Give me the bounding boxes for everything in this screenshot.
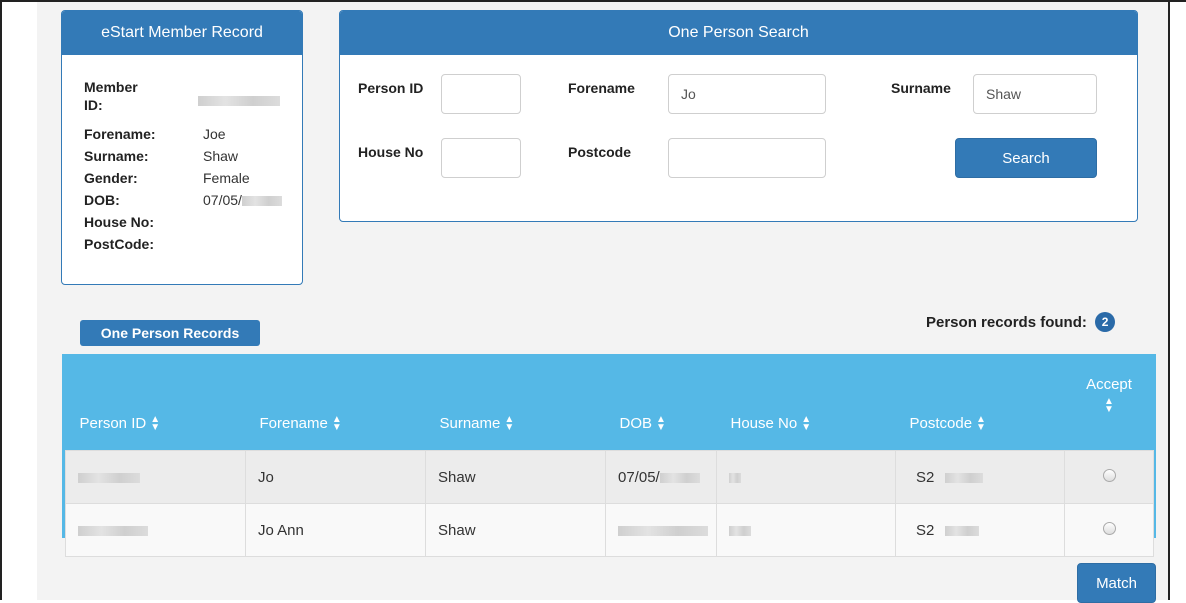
gender-label: Gender: xyxy=(84,170,138,186)
dob-text: 07/05/ xyxy=(203,192,242,208)
dob-text: 07/05/ xyxy=(618,468,660,486)
col-accept[interactable]: Accept ▲ ▼ xyxy=(1065,357,1154,451)
cell-forename: Jo Ann xyxy=(245,503,426,557)
sort-icon: ▲ ▼ xyxy=(656,414,666,433)
member-record-panel: eStart Member Record Member ID: Forename… xyxy=(61,10,303,285)
col-surname[interactable]: Surname ▲ ▼ xyxy=(426,357,606,451)
records-count-badge: 2 xyxy=(1095,312,1116,332)
gender-value: Female xyxy=(203,170,250,186)
col-house-no[interactable]: House No ▲ ▼ xyxy=(717,357,896,451)
records-found: Person records found: 2 xyxy=(926,312,1116,332)
cell-person-id xyxy=(65,450,246,504)
match-button[interactable]: Match xyxy=(1077,563,1156,603)
cell-house-no xyxy=(716,503,896,557)
col-label: House No xyxy=(730,414,798,432)
col-label: Forename xyxy=(259,414,328,432)
cell-postcode: S2 xyxy=(895,450,1065,504)
table-row[interactable]: Jo Ann Shaw S2 xyxy=(65,503,1154,557)
member-id-value xyxy=(198,91,280,109)
records-table: Person ID ▲ ▼ Forename ▲ ▼ Surname ▲ ▼ DOB ▲ ▼ H… xyxy=(62,354,1156,557)
sort-icon: ▲ ▼ xyxy=(504,414,515,433)
postcode-text: S2 xyxy=(916,468,935,486)
col-person-id[interactable]: Person ID ▲ ▼ xyxy=(66,357,246,451)
postcode-search-label: Postcode xyxy=(568,144,632,160)
cell-accept xyxy=(1064,450,1154,504)
cell-accept xyxy=(1064,503,1154,557)
sort-icon: ▲ ▼ xyxy=(331,414,342,433)
surname-row: Surname: Shaw xyxy=(84,147,238,165)
forename-search-label: Forename xyxy=(568,80,635,96)
postcode-row: PostCode: xyxy=(84,235,154,253)
forename-value: Joe xyxy=(203,126,226,142)
member-record-title: eStart Member Record xyxy=(62,11,302,55)
col-label: Surname xyxy=(439,414,501,432)
member-id-label: Member xyxy=(84,79,138,95)
cell-surname: Shaw xyxy=(425,450,606,504)
cell-person-id xyxy=(65,503,246,557)
window-frame-right xyxy=(1168,0,1170,600)
cell-surname: Shaw xyxy=(425,503,606,557)
person-id-input[interactable] xyxy=(441,74,521,114)
house-no-label: House No: xyxy=(84,214,154,230)
forename-input[interactable] xyxy=(668,74,826,114)
dob-value: 07/05/ xyxy=(203,191,282,209)
sort-icon: ▲ ▼ xyxy=(1104,396,1114,416)
search-title: One Person Search xyxy=(340,11,1137,55)
cell-postcode: S2 xyxy=(895,503,1065,557)
sort-icon: ▲ ▼ xyxy=(976,414,986,433)
member-id-row: Member ID: xyxy=(84,78,280,114)
postcode-input[interactable] xyxy=(668,138,826,178)
forename-row: Forename: Joe xyxy=(84,125,226,143)
cell-forename: Jo xyxy=(245,450,426,504)
col-label: Person ID xyxy=(79,414,147,432)
records-found-label: Person records found: xyxy=(926,314,1087,331)
search-button[interactable]: Search xyxy=(955,138,1097,178)
member-id-label-2: ID: xyxy=(84,97,103,113)
search-panel: One Person Search Person ID Forename Sur… xyxy=(339,10,1138,222)
window-frame-left xyxy=(0,0,2,600)
postcode-label: PostCode: xyxy=(84,236,154,252)
col-label: DOB xyxy=(619,414,653,432)
surname-label: Surname: xyxy=(84,148,149,164)
records-title: One Person Records xyxy=(80,320,260,346)
col-forename[interactable]: Forename ▲ ▼ xyxy=(246,357,426,451)
radio-icon[interactable] xyxy=(1102,521,1116,535)
cell-house-no xyxy=(716,450,896,504)
house-no-row: House No: xyxy=(84,213,154,231)
surname-value: Shaw xyxy=(203,148,239,164)
table-header-row: Person ID ▲ ▼ Forename ▲ ▼ Surname ▲ ▼ DOB ▲ ▼ H… xyxy=(66,357,1154,451)
house-no-input[interactable] xyxy=(441,138,521,178)
person-id-label: Person ID xyxy=(358,80,424,96)
table-row[interactable]: Jo Shaw 07/05/ S2 xyxy=(65,450,1154,504)
dob-label: DOB: xyxy=(84,192,120,208)
radio-icon[interactable] xyxy=(1102,468,1116,482)
sort-icon: ▲ ▼ xyxy=(801,414,812,433)
surname-search-label: Surname xyxy=(891,80,951,96)
col-label: Accept xyxy=(1086,376,1132,393)
col-postcode[interactable]: Postcode ▲ ▼ xyxy=(896,357,1065,451)
postcode-text: S2 xyxy=(916,521,935,539)
forename-label: Forename: xyxy=(84,126,156,142)
gender-row: Gender: Female xyxy=(84,169,250,187)
col-label: Postcode xyxy=(909,414,973,432)
dob-row: DOB: 07/05/ xyxy=(84,191,282,209)
cell-dob: 07/05/ xyxy=(605,450,717,504)
house-no-search-label: House No xyxy=(358,144,424,160)
sort-icon: ▲ ▼ xyxy=(150,414,161,433)
cell-dob xyxy=(605,503,717,557)
surname-input[interactable] xyxy=(973,74,1097,114)
col-dob[interactable]: DOB ▲ ▼ xyxy=(606,357,717,451)
